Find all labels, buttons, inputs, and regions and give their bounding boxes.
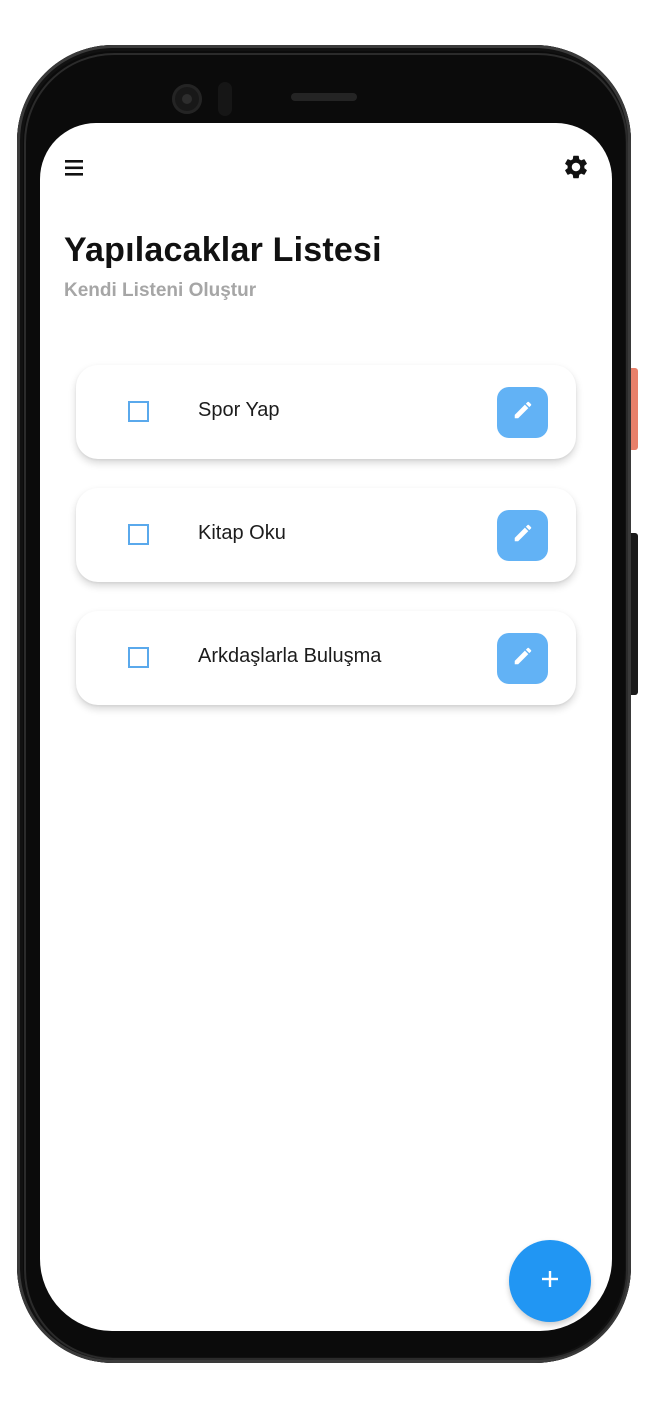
todo-item: Arkdaşlarla Buluşma xyxy=(76,611,576,705)
todo-label: Spor Yap xyxy=(198,399,280,421)
todo-item: Kitap Oku xyxy=(76,488,576,582)
edit-button[interactable] xyxy=(497,633,548,684)
add-todo-button[interactable] xyxy=(509,1240,591,1322)
app-screen: Yapılacaklar Listesi Kendi Listeni Oluşt… xyxy=(40,123,612,1331)
todo-label: Arkdaşlarla Buluşma xyxy=(198,645,382,667)
menu-icon[interactable] xyxy=(64,157,90,179)
todo-list: Spor Yap Kitap Oku Arkdaşlarla Buluşma xyxy=(76,365,576,734)
todo-item: Spor Yap xyxy=(76,365,576,459)
pencil-icon xyxy=(512,399,534,426)
settings-gear-icon[interactable] xyxy=(562,153,590,181)
earpiece-speaker xyxy=(291,93,357,101)
todo-label: Kitap Oku xyxy=(198,522,286,544)
pencil-icon xyxy=(512,645,534,672)
proximity-sensor xyxy=(218,82,232,116)
device-stage: Yapılacaklar Listesi Kendi Listeni Oluşt… xyxy=(0,0,652,1412)
todo-checkbox[interactable] xyxy=(128,401,149,422)
pencil-icon xyxy=(512,522,534,549)
front-camera-icon xyxy=(172,84,202,114)
edit-button[interactable] xyxy=(497,387,548,438)
page-subtitle: Kendi Listeni Oluştur xyxy=(64,280,257,301)
todo-checkbox[interactable] xyxy=(128,524,149,545)
page-title: Yapılacaklar Listesi xyxy=(64,231,382,269)
plus-icon xyxy=(538,1267,562,1296)
power-button xyxy=(630,368,638,450)
edit-button[interactable] xyxy=(497,510,548,561)
volume-button xyxy=(630,533,638,695)
todo-checkbox[interactable] xyxy=(128,647,149,668)
